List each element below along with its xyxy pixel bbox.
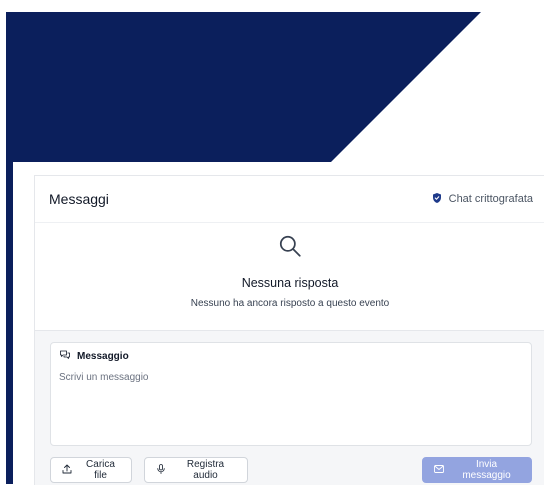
search-icon — [277, 233, 303, 264]
microphone-icon — [155, 463, 167, 478]
empty-state: Nessuna risposta Nessuno ha ancora rispo… — [35, 223, 544, 330]
panel-header: Messaggi Chat crittografata — [35, 176, 544, 223]
send-message-button[interactable]: Invia messaggio — [422, 457, 532, 483]
encrypted-label: Chat crittografata — [448, 193, 533, 205]
shield-check-icon — [431, 192, 443, 207]
encrypted-chat-indicator: Chat crittografata — [431, 192, 533, 207]
message-input[interactable] — [51, 364, 531, 434]
messages-panel: Messaggi Chat crittografata Nessuna risp… — [34, 175, 544, 485]
upload-icon — [61, 463, 73, 478]
upload-file-label: Carica file — [86, 459, 115, 481]
message-box: Messaggio — [50, 342, 532, 446]
empty-state-subtitle: Nessuno ha ancora risposto a questo even… — [190, 298, 390, 309]
send-message-label: Invia messaggio — [462, 459, 511, 481]
composer: Messaggio Carica file Registra audio — [35, 330, 544, 485]
chat-bubbles-icon — [59, 349, 71, 364]
record-audio-label: Registra audio — [186, 459, 225, 481]
message-label-text: Messaggio — [77, 351, 129, 362]
empty-state-title: Nessuna risposta — [241, 276, 339, 290]
message-label: Messaggio — [51, 343, 531, 364]
record-audio-button[interactable]: Registra audio — [144, 457, 248, 483]
upload-file-button[interactable]: Carica file — [50, 457, 132, 483]
panel-title: Messaggi — [49, 191, 109, 207]
mail-icon — [433, 463, 445, 478]
